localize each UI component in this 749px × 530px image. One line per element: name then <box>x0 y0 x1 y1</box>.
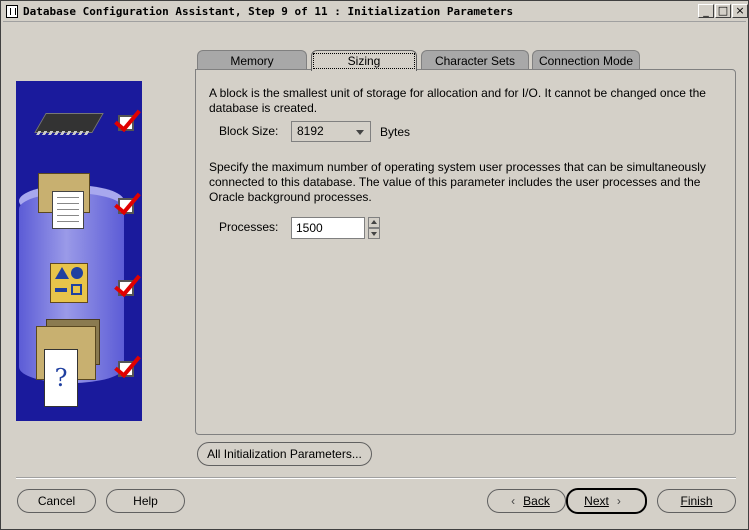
cancel-button[interactable]: Cancel <box>17 489 96 513</box>
processes-decrement-button[interactable] <box>368 228 380 239</box>
block-size-label: Block Size: <box>219 124 279 138</box>
next-button-label: Next <box>584 494 609 508</box>
help-documents-icon: ? <box>44 349 78 407</box>
documents-folder-icon <box>52 191 84 229</box>
chevron-right-icon: › <box>616 494 621 508</box>
tab-sizing[interactable]: Sizing <box>311 50 417 71</box>
step-check-icon <box>118 198 134 214</box>
processes-label: Processes: <box>219 220 279 234</box>
block-size-unit: Bytes <box>380 125 411 139</box>
tab-sizing-label: Sizing <box>312 53 416 69</box>
shapes-icon <box>50 263 88 303</box>
step-check-icon <box>118 115 134 131</box>
finish-button-label: Finish <box>680 494 713 508</box>
footer-separator <box>16 477 736 479</box>
title-bar: Database Configuration Assistant, Step 9… <box>3 3 748 22</box>
app-icon <box>6 5 18 18</box>
block-size-value: 8192 <box>297 124 324 138</box>
chevron-left-icon: ‹ <box>511 494 516 508</box>
maximize-button[interactable]: □ <box>715 4 731 18</box>
minimize-button[interactable]: _ <box>698 4 714 18</box>
processes-input[interactable]: 1500 <box>291 217 365 239</box>
close-button[interactable]: × <box>732 4 748 18</box>
help-button[interactable]: Help <box>106 489 185 513</box>
tab-memory[interactable]: Memory <box>197 50 307 70</box>
back-button-label: Back <box>523 494 550 508</box>
chevron-down-icon <box>356 130 364 135</box>
processes-increment-button[interactable] <box>368 217 380 228</box>
finish-button[interactable]: Finish <box>657 489 736 513</box>
next-button[interactable]: Next › <box>566 488 647 514</box>
dbca-window: Database Configuration Assistant, Step 9… <box>0 0 749 530</box>
step-check-icon <box>118 361 134 377</box>
tab-connection-mode[interactable]: Connection Mode <box>532 50 640 70</box>
back-button[interactable]: ‹ Back <box>487 489 566 513</box>
tab-character-sets[interactable]: Character Sets <box>421 50 529 70</box>
processes-description: Specify the maximum number of operating … <box>209 160 706 204</box>
block-size-select[interactable]: 8192 <box>291 121 371 142</box>
memory-chip-icon <box>34 113 104 135</box>
all-initialization-parameters-button[interactable]: All Initialization Parameters... <box>197 442 372 466</box>
step-check-icon <box>118 280 134 296</box>
window-title: Database Configuration Assistant, Step 9… <box>23 5 514 18</box>
block-size-description: A block is the smallest unit of storage … <box>209 86 706 115</box>
